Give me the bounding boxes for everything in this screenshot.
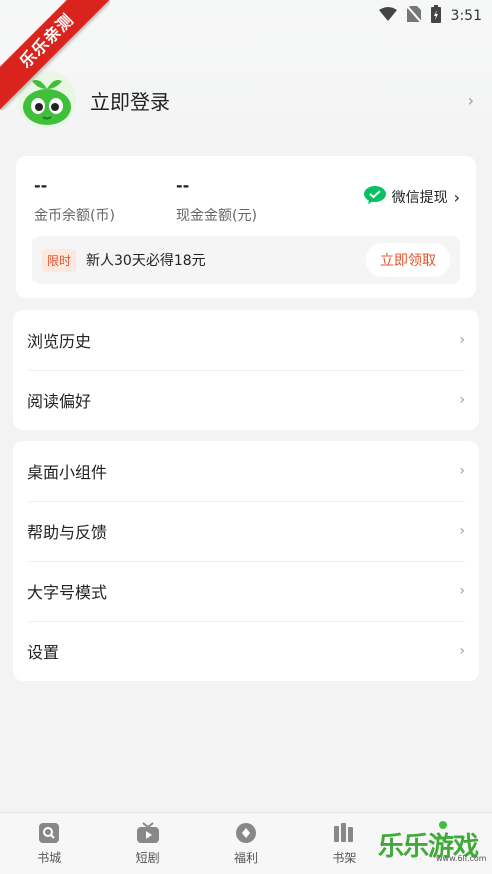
cash-balance[interactable]: -- 现金金额(元)	[176, 176, 257, 225]
wechat-icon	[363, 186, 386, 208]
claim-now-button[interactable]: 立即领取	[366, 243, 450, 277]
chevron-right-icon: ›	[459, 332, 465, 348]
menu-item-settings[interactable]: 设置 ›	[13, 621, 479, 681]
chevron-right-icon: ›	[459, 523, 465, 539]
menu-item-browse-history[interactable]: 浏览历史 ›	[13, 310, 479, 370]
chevron-right-icon: ›	[459, 463, 465, 479]
menu-item-desktop-widget[interactable]: 桌面小组件 ›	[13, 441, 479, 501]
wechat-label: 微信提现	[391, 190, 448, 206]
coin-balance[interactable]: -- 金币余额(币)	[34, 176, 115, 225]
tv-icon	[136, 821, 160, 845]
nav-label: 福利	[234, 851, 259, 865]
wechat-withdraw-button[interactable]: 微信提现 ›	[363, 186, 460, 208]
promo-text: 新人30天必得18元	[86, 253, 206, 269]
coin-label: 金币余额(币)	[34, 208, 115, 224]
ribbon-text: 乐乐亲测	[0, 0, 110, 110]
nav-tab-short-drama[interactable]: 短剧	[98, 813, 196, 874]
menu-item-label: 帮助与反馈	[27, 523, 108, 542]
chevron-right-icon: ›	[453, 187, 460, 207]
battery-icon	[430, 5, 441, 27]
nav-tab-welfare[interactable]: 福利	[197, 813, 295, 874]
menu-item-large-font-mode[interactable]: 大字号模式 ›	[13, 561, 479, 621]
menu-group-settings: 桌面小组件 › 帮助与反馈 › 大字号模式 › 设置 ›	[13, 441, 479, 681]
cash-value: --	[176, 176, 190, 195]
no-sim-icon	[405, 5, 422, 26]
menu-item-reading-preference[interactable]: 阅读偏好 ›	[13, 370, 479, 430]
menu-item-label: 设置	[27, 643, 60, 662]
menu-item-label: 大字号模式	[27, 583, 108, 602]
new-user-promo: 限时 新人30天必得18元 立即领取	[32, 236, 460, 284]
limited-badge: 限时	[42, 248, 77, 272]
nav-label: 书架	[332, 851, 357, 865]
bookshelf-icon	[332, 821, 356, 845]
nav-tab-bookstore[interactable]: 书城	[0, 813, 98, 874]
nav-label: 书城	[37, 851, 62, 865]
chevron-right-icon[interactable]: ›	[468, 91, 474, 110]
promo-ribbon: 乐乐亲测	[0, 0, 110, 110]
cash-label: 现金金额(元)	[176, 208, 257, 224]
wallet-card: -- 金币余额(币) -- 现金金额(元) 微信提现 › 限时 新人30天必得1…	[16, 156, 476, 298]
chevron-right-icon: ›	[459, 392, 465, 408]
menu-item-help-feedback[interactable]: 帮助与反馈 ›	[13, 501, 479, 561]
gift-icon	[234, 821, 258, 845]
status-time: 3:51	[450, 8, 482, 24]
wifi-icon	[378, 7, 397, 25]
menu-group-history: 浏览历史 › 阅读偏好 ›	[13, 310, 479, 430]
chevron-right-icon: ›	[459, 643, 465, 659]
menu-item-label: 桌面小组件	[27, 463, 108, 482]
menu-item-label: 浏览历史	[27, 332, 92, 351]
search-book-icon	[37, 821, 61, 845]
menu-item-label: 阅读偏好	[27, 392, 92, 411]
coin-value: --	[34, 176, 48, 195]
chevron-right-icon: ›	[459, 583, 465, 599]
nav-label: 短剧	[135, 851, 160, 865]
watermark-url: www.6ll.com	[436, 854, 487, 863]
site-watermark-logo: 乐乐游戏 www.6ll.com	[378, 816, 490, 870]
